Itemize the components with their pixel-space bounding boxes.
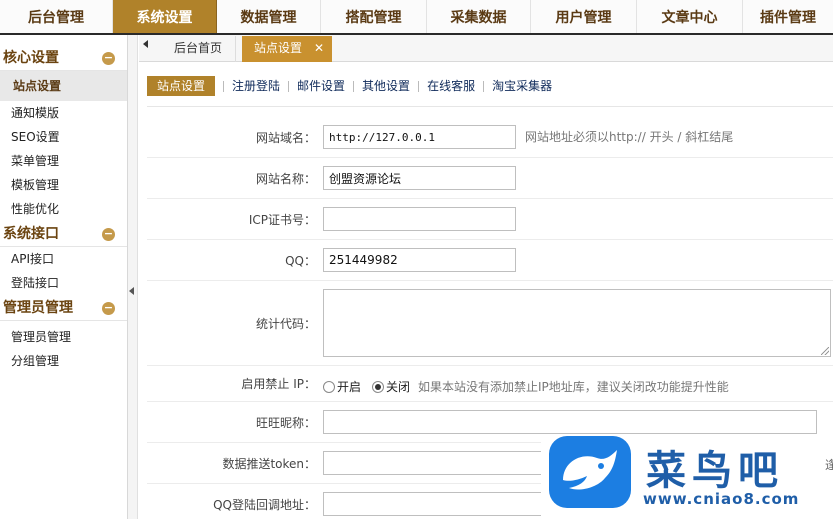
tab-site-settings[interactable]: 站点设置 ✕: [242, 36, 332, 62]
stats-textarea[interactable]: [323, 289, 831, 357]
token-label: 数据推送token：: [222, 456, 316, 471]
sitename-label: 网站名称：: [255, 171, 316, 186]
qqcallback-label: QQ登陆回调地址：: [213, 498, 316, 512]
sidebar-group-title: 系统接口: [3, 226, 59, 242]
topnav-item-users[interactable]: 用户管理: [531, 0, 637, 33]
subnav-register-login[interactable]: 注册登陆: [224, 76, 288, 96]
admin-app: 后台管理 系统设置 数据管理 搭配管理 采集数据 用户管理 文章中心 插件管理 …: [0, 0, 833, 519]
topnav-item-plugins[interactable]: 插件管理: [743, 0, 833, 33]
domain-label: 网站域名：: [255, 130, 316, 145]
sidebar-item-menu[interactable]: 菜单管理: [0, 149, 127, 173]
domain-input[interactable]: [323, 125, 516, 149]
sidebar-item-api[interactable]: API接口: [0, 247, 127, 271]
sidebar: 核心设置 − 站点设置 通知模版 SEO设置 菜单管理 模板管理 性能优化 系统…: [0, 35, 128, 519]
settings-subnav: 站点设置 注册登陆 邮件设置 其他设置 在线客服 淘宝采集器: [147, 76, 560, 96]
form-row-domain: 网站域名： 网站地址必须以http:// 开头 / 斜杠结尾: [147, 117, 833, 158]
close-icon[interactable]: ✕: [314, 36, 324, 61]
wangwang-input[interactable]: [323, 410, 817, 434]
subnav-email[interactable]: 邮件设置: [289, 76, 353, 96]
ipban-label: 启用禁止 IP：: [241, 377, 316, 391]
topnav-item-data[interactable]: 数据管理: [217, 0, 321, 33]
sidebar-group-title: 核心设置: [3, 50, 59, 66]
domain-hint: 网站地址必须以http:// 开头 / 斜杠结尾: [525, 130, 734, 144]
sidebar-item-groups[interactable]: 分组管理: [0, 349, 127, 373]
ipban-hint: 如果本站没有添加禁止IP地址库，建议关闭改功能提升性能: [418, 380, 729, 394]
clipped-text: 逢: [825, 458, 833, 472]
tab-prev-icon[interactable]: [143, 40, 148, 48]
sidebar-item-performance[interactable]: 性能优化: [0, 197, 127, 221]
sidebar-group-title: 管理员管理: [3, 300, 73, 316]
topnav-item-collect[interactable]: 采集数据: [427, 0, 531, 33]
sidebar-group-core[interactable]: 核心设置 −: [0, 45, 127, 71]
sidebar-item-seo[interactable]: SEO设置: [0, 125, 127, 149]
sidebar-group-admin[interactable]: 管理员管理 −: [0, 295, 127, 321]
divider: [147, 106, 833, 107]
sidebar-item-site-settings[interactable]: 站点设置: [0, 71, 127, 101]
collapse-icon[interactable]: −: [102, 302, 115, 315]
qq-input[interactable]: [323, 248, 516, 272]
watermark-name: 菜鸟吧: [646, 447, 784, 494]
radio-checked-icon[interactable]: [372, 380, 384, 393]
topnav-item-system-settings[interactable]: 系统设置: [113, 0, 217, 33]
form-row-stats: 统计代码：: [147, 281, 833, 366]
subnav-other[interactable]: 其他设置: [354, 76, 418, 96]
sidebar-item-admins[interactable]: 管理员管理: [0, 325, 127, 349]
bird-logo-icon: [549, 436, 631, 508]
topnav-item-home[interactable]: 后台管理: [0, 0, 113, 33]
top-nav: 后台管理 系统设置 数据管理 搭配管理 采集数据 用户管理 文章中心 插件管理: [0, 0, 833, 35]
sitename-input[interactable]: [323, 166, 516, 190]
sidebar-item-login-api[interactable]: 登陆接口: [0, 271, 127, 295]
form-row-ipban: 启用禁止 IP： 开启 关闭 如果本站没有添加禁止IP地址库，建议关闭改功能提升…: [147, 366, 833, 402]
stats-label: 统计代码：: [255, 316, 316, 331]
tab-home[interactable]: 后台首页: [161, 36, 237, 62]
qq-label: QQ：: [285, 253, 316, 268]
tab-label: 站点设置: [254, 41, 303, 55]
form-row-sitename: 网站名称：: [147, 158, 833, 199]
ipban-radio-on[interactable]: 开启: [323, 378, 361, 395]
topnav-item-match[interactable]: 搭配管理: [321, 0, 427, 33]
resize-grip-icon[interactable]: [821, 347, 829, 355]
form-row-qq: QQ：: [147, 240, 833, 281]
collapse-icon[interactable]: −: [102, 52, 115, 65]
watermark: 菜鸟吧 www.cniao8.com: [541, 434, 833, 519]
subnav-taobao-collector[interactable]: 淘宝采集器: [484, 76, 560, 96]
subnav-online-service[interactable]: 在线客服: [419, 76, 483, 96]
radio-icon[interactable]: [323, 380, 335, 393]
collapse-left-icon[interactable]: [129, 287, 134, 295]
wangwang-label: 旺旺昵称：: [255, 415, 316, 430]
form-row-icp: ICP证书号：: [147, 199, 833, 240]
radio-label: 开启: [337, 380, 362, 394]
radio-label: 关闭: [386, 380, 411, 394]
sidebar-group-api[interactable]: 系统接口 −: [0, 221, 127, 247]
watermark-url: www.cniao8.com: [643, 490, 800, 508]
sidebar-item-notify-template[interactable]: 通知模版: [0, 101, 127, 125]
subnav-site-settings[interactable]: 站点设置: [147, 76, 216, 96]
icp-label: ICP证书号：: [248, 212, 316, 227]
collapse-icon[interactable]: −: [102, 228, 115, 241]
topnav-item-articles[interactable]: 文章中心: [637, 0, 743, 33]
sidebar-item-templates[interactable]: 模板管理: [0, 173, 127, 197]
sidebar-splitter[interactable]: [128, 35, 138, 519]
ipban-radio-off[interactable]: 关闭: [372, 378, 410, 395]
page-tabbar: 后台首页 站点设置 ✕: [139, 35, 833, 62]
bird-logo-graphic: [563, 450, 617, 490]
icp-input[interactable]: [323, 207, 516, 231]
